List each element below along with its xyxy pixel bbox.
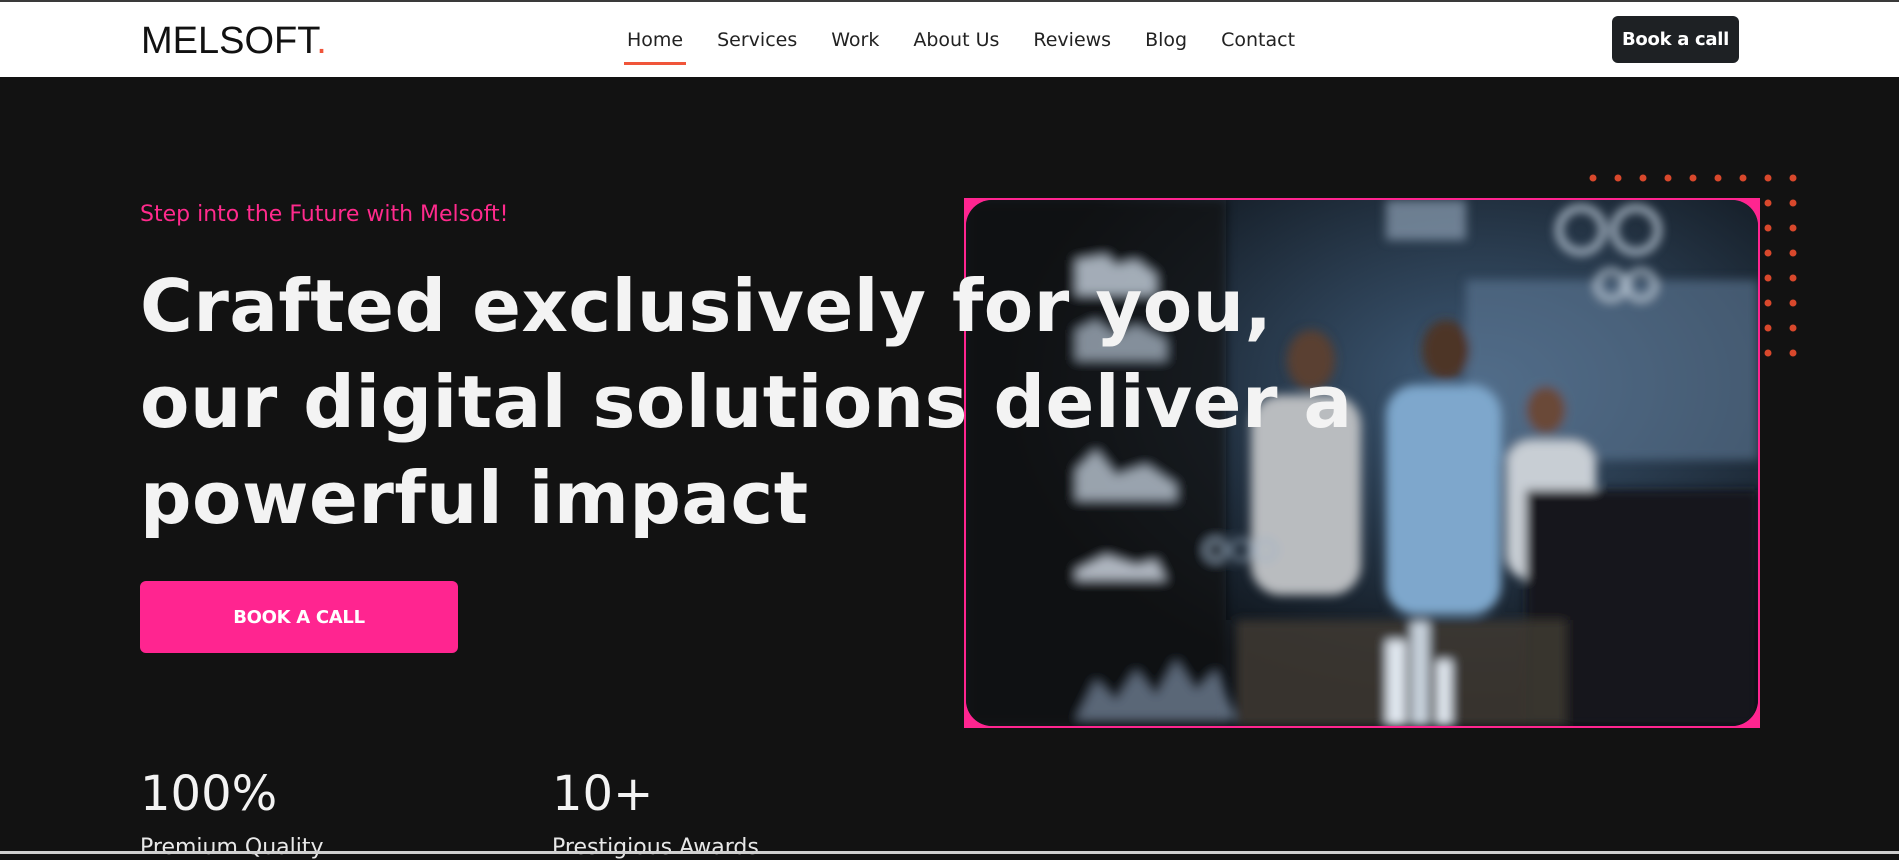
nav-work[interactable]: Work — [831, 29, 879, 51]
site-header: MELSOFT. Home Services Work About Us Rev… — [0, 2, 1899, 77]
headline-line-1: Crafted exclusively for you, — [140, 264, 1273, 348]
nav-services[interactable]: Services — [717, 29, 797, 51]
nav-home[interactable]: Home — [623, 29, 687, 65]
hero-headline: Crafted exclusively for you, our digital… — [140, 258, 1353, 546]
nav-contact[interactable]: Contact — [1221, 29, 1295, 51]
book-a-call-header-button[interactable]: Book a call — [1612, 16, 1739, 63]
stat-awards-label: Prestigious Awards — [552, 835, 759, 860]
headline-line-2: our digital solutions deliver a — [140, 360, 1353, 444]
logo-dot: . — [316, 20, 327, 62]
hero-eyebrow: Step into the Future with Melsoft! — [140, 202, 509, 227]
book-a-call-hero-button[interactable]: BOOK A CALL — [140, 581, 458, 653]
nav-reviews[interactable]: Reviews — [1033, 29, 1111, 51]
nav-about-us[interactable]: About Us — [913, 29, 999, 51]
stat-quality-label: Premium Quality — [140, 835, 324, 860]
stat-awards-value: 10+ — [552, 766, 654, 822]
melsoft-logo[interactable]: MELSOFT. — [141, 19, 327, 63]
headline-line-3: powerful impact — [140, 456, 809, 540]
stat-quality-value: 100% — [140, 766, 278, 822]
main-nav: Home Services Work About Us Reviews Blog… — [610, 2, 1312, 77]
nav-blog[interactable]: Blog — [1145, 29, 1187, 51]
